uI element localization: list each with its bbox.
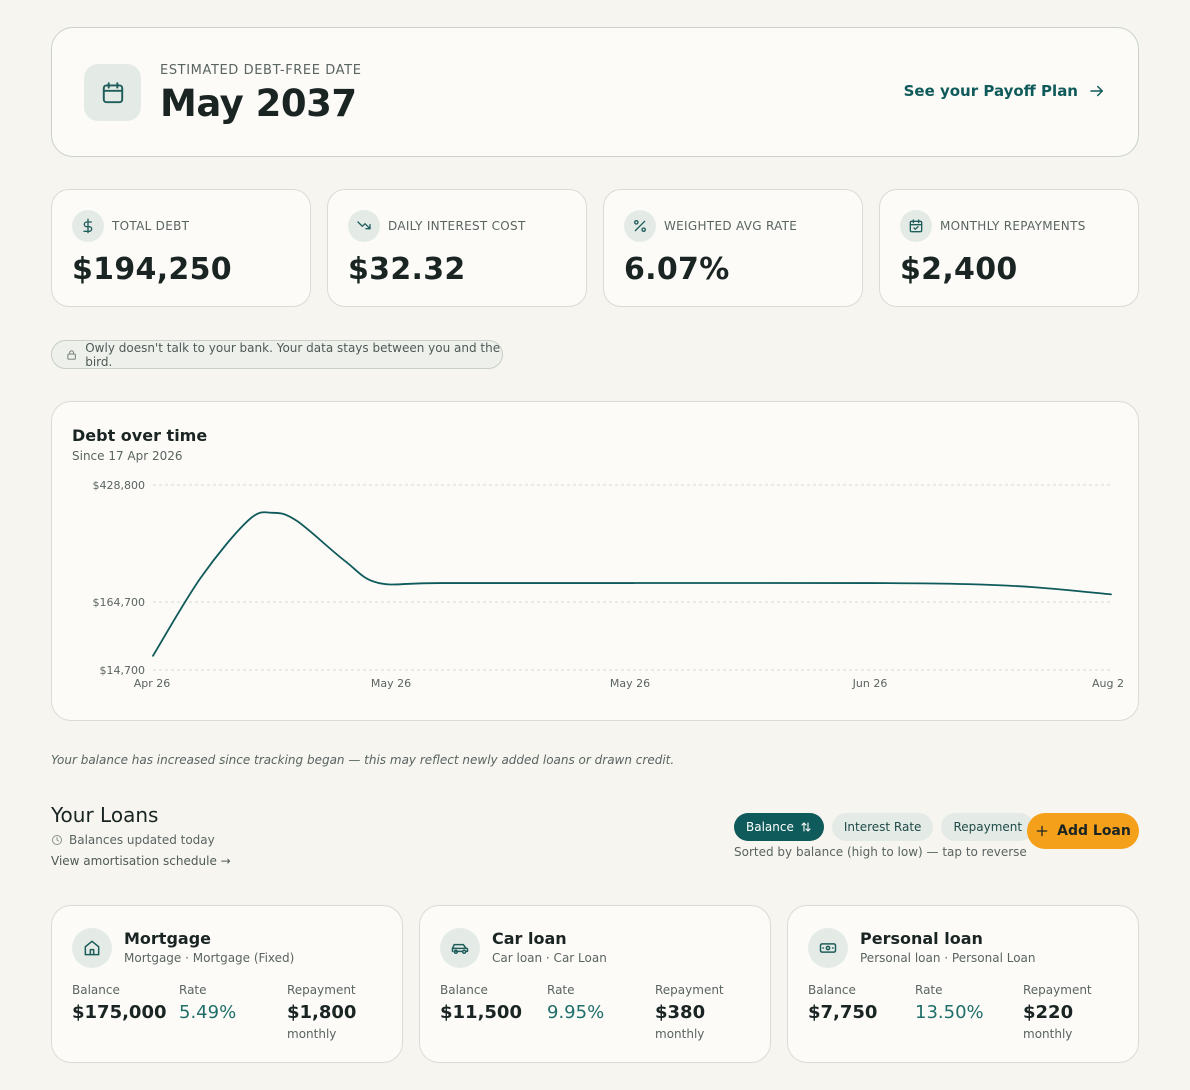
loan-name: Car loan xyxy=(492,929,567,948)
repayment-frequency: monthly xyxy=(1023,1027,1073,1041)
sort-options: Balance Interest Rate Repayment xyxy=(734,813,1035,841)
stat-value: $194,250 xyxy=(72,252,232,287)
percent-icon xyxy=(624,210,656,242)
stat-daily-interest: DAILY INTEREST COST $32.32 xyxy=(327,189,587,307)
repayment-value: $220 xyxy=(1023,1002,1074,1023)
balance-value: $11,500 xyxy=(440,1002,522,1023)
debt-line-chart: $428,800 $164,700 $14,700Apr 26 May 26 May 2… xyxy=(93,479,1124,690)
loan-type: Car loan · Car Loan xyxy=(492,951,607,965)
repayment-label: Repayment xyxy=(1023,983,1092,997)
sort-repayment-button[interactable]: Repayment xyxy=(941,813,1035,841)
debt-series-line xyxy=(152,511,1112,657)
repayment-value: $1,800 xyxy=(287,1002,357,1023)
rate-value: 13.50% xyxy=(915,1002,984,1023)
balance-value: $175,000 xyxy=(72,1002,167,1023)
balance-label: Balance xyxy=(808,983,856,997)
loans-title: Your Loans xyxy=(51,803,159,827)
x-tick-label: Aug 2 xyxy=(1092,677,1124,690)
balances-updated: Balances updated today xyxy=(51,833,215,847)
loan-card-mortgage[interactable]: Mortgage Mortgage · Mortgage (Fixed) Bal… xyxy=(51,905,403,1063)
rate-label: Rate xyxy=(915,983,943,997)
loan-rate: Rate 5.49% xyxy=(179,983,236,1023)
repayment-frequency: monthly xyxy=(287,1027,337,1041)
repayment-frequency: monthly xyxy=(655,1027,705,1041)
lock-icon xyxy=(67,349,76,360)
loan-type: Mortgage · Mortgage (Fixed) xyxy=(124,951,295,965)
loan-rate: Rate 13.50% xyxy=(915,983,984,1023)
clock-icon xyxy=(52,835,62,845)
debt-free-date-card: ESTIMATED DEBT-FREE DATE May 2037 See yo… xyxy=(51,27,1139,157)
balance-note: Your balance has increased since trackin… xyxy=(51,753,675,767)
add-loan-button[interactable]: Add Loan xyxy=(1027,813,1139,849)
loan-balance: Balance $11,500 xyxy=(440,983,522,1023)
payoff-plan-link[interactable]: See your Payoff Plan xyxy=(904,82,1106,100)
stat-monthly-repayments: MONTHLY REPAYMENTS $2,400 xyxy=(879,189,1139,307)
debt-free-date: May 2037 xyxy=(160,82,357,125)
loan-rate: Rate 9.95% xyxy=(547,983,604,1023)
x-tick-label: May 26 xyxy=(610,677,650,690)
y-tick-label: $164,700 xyxy=(93,596,146,609)
loan-name: Mortgage xyxy=(124,929,212,948)
stat-label: MONTHLY REPAYMENTS xyxy=(940,219,1086,233)
balance-label: Balance xyxy=(440,983,488,997)
rate-value: 5.49% xyxy=(179,1002,237,1023)
stat-label: WEIGHTED AVG RATE xyxy=(664,219,798,233)
plus-icon xyxy=(1036,825,1048,837)
y-tick-label: $14,700 xyxy=(100,664,146,677)
payoff-plan-label: See your Payoff Plan xyxy=(903,82,1078,100)
sort-balance-button[interactable]: Balance xyxy=(734,813,824,841)
add-loan-label: Add Loan xyxy=(1057,823,1131,839)
y-tick-label: $428,800 xyxy=(93,479,146,492)
x-tick-label: May 26 xyxy=(371,677,411,690)
stat-label: TOTAL DEBT xyxy=(112,219,190,233)
calendar-icon xyxy=(84,64,141,121)
repayment-label: Repayment xyxy=(655,983,724,997)
stat-label: DAILY INTEREST COST xyxy=(388,219,526,233)
loan-card-personal-loan[interactable]: Personal loan Personal loan · Personal L… xyxy=(787,905,1139,1063)
calendar-check-icon xyxy=(900,210,932,242)
sort-interest-rate-button[interactable]: Interest Rate xyxy=(831,813,934,841)
loan-name: Personal loan xyxy=(860,929,983,948)
loan-repayment: Repayment $1,800 monthly xyxy=(287,983,356,1041)
amortisation-schedule-link[interactable]: View amortisation schedule → xyxy=(51,854,231,868)
rate-value: 9.95% xyxy=(547,1002,605,1023)
privacy-note: Owly doesn't talk to your bank. Your dat… xyxy=(51,340,503,369)
home-icon xyxy=(72,928,112,968)
loan-balance: Balance $175,000 xyxy=(72,983,167,1023)
arrow-right-icon xyxy=(1090,85,1103,97)
balances-updated-text: Balances updated today xyxy=(69,833,215,847)
sort-hint: Sorted by balance (high to low) — tap to… xyxy=(734,845,1027,859)
dollar-icon xyxy=(72,210,104,242)
repayment-label: Repayment xyxy=(287,983,356,997)
rate-label: Rate xyxy=(547,983,575,997)
car-icon xyxy=(440,928,480,968)
loan-repayment: Repayment $380 monthly xyxy=(655,983,724,1041)
stat-value: 6.07% xyxy=(624,252,730,287)
x-tick-label: Jun 26 xyxy=(852,677,888,690)
rate-label: Rate xyxy=(179,983,207,997)
debt-free-eyebrow: ESTIMATED DEBT-FREE DATE xyxy=(160,63,362,78)
x-tick-label: Apr 26 xyxy=(134,677,171,690)
balance-value: $7,750 xyxy=(808,1002,878,1023)
stat-weighted-rate: WEIGHTED AVG RATE 6.07% xyxy=(603,189,863,307)
loan-balance: Balance $7,750 xyxy=(808,983,877,1023)
stat-total-debt: TOTAL DEBT $194,250 xyxy=(51,189,311,307)
balance-label: Balance xyxy=(72,983,120,997)
loan-repayment: Repayment $220 monthly xyxy=(1023,983,1092,1041)
stat-value: $32.32 xyxy=(348,252,466,287)
loan-card-car-loan[interactable]: Car loan Car loan · Car Loan Balance $11… xyxy=(419,905,771,1063)
sort-arrows-icon xyxy=(801,822,811,832)
loan-type: Personal loan · Personal Loan xyxy=(860,951,1036,965)
sort-balance-label: Balance xyxy=(746,820,794,834)
repayment-value: $380 xyxy=(655,1002,706,1023)
debt-chart-card: Debt over time Since 17 Apr 2026 $428,80… xyxy=(51,401,1139,721)
banknote-icon xyxy=(808,928,848,968)
stat-value: $2,400 xyxy=(900,252,1018,287)
trending-down-icon xyxy=(348,210,380,242)
privacy-text: Owly doesn't talk to your bank. Your dat… xyxy=(85,340,501,369)
